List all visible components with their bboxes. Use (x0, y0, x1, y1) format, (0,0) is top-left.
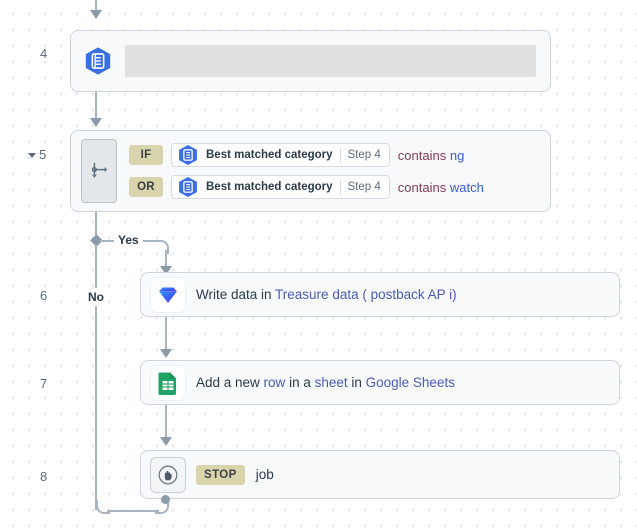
action-link-part[interactable]: row (264, 375, 286, 390)
field-step-ref: Step 4 (347, 149, 381, 161)
condition-list: IF Best matched category Step 4 contains (129, 143, 536, 199)
logic-badge-or[interactable]: OR (129, 177, 163, 197)
action-text-part: Add a new (196, 375, 264, 390)
arrowhead-into-step-5 (90, 118, 102, 127)
action-text-part: in a (285, 375, 315, 390)
action-text-part: in (347, 375, 366, 390)
branch-label-yes: Yes (114, 233, 143, 247)
merge-node-dot (161, 495, 170, 504)
step-number-4: 4 (40, 46, 48, 61)
branch-fork-icon-box (81, 139, 117, 203)
step-card-4[interactable] (70, 30, 551, 92)
connector-step7-to-step8 (165, 405, 167, 439)
field-divider (339, 179, 341, 195)
branch-label-no: No (84, 288, 108, 306)
arrowhead-into-step-8 (160, 437, 172, 446)
step-card-8[interactable]: STOP job (140, 450, 620, 499)
stop-badge: STOP (196, 464, 245, 485)
logic-badge-if[interactable]: IF (129, 145, 163, 165)
workflow-canvas: 4 5 IF Best matched category Step 4 cont… (0, 0, 637, 530)
stop-hand-icon (158, 465, 178, 484)
step-number-6: 6 (40, 288, 48, 303)
step-number-8: 8 (40, 469, 48, 484)
step-7-action-text: Add a new row in a sheet in Google Sheet… (196, 375, 455, 390)
connector-step4-to-step5 (95, 92, 97, 120)
field-step-ref: Step 4 (347, 181, 381, 193)
step-card-7[interactable]: Add a new row in a sheet in Google Sheet… (140, 360, 620, 405)
arrowhead-into-step-7 (160, 349, 172, 358)
field-name: Best matched category (206, 181, 333, 193)
action-text-part: Write data in (196, 287, 276, 302)
action-link-part[interactable]: sheet (315, 375, 348, 390)
connector-no-bottom-horizontal (107, 510, 159, 512)
condition-operator: contains (397, 179, 447, 195)
action-link-part[interactable]: Google Sheets (366, 375, 455, 390)
condition-row[interactable]: IF Best matched category Step 4 contains (129, 143, 536, 167)
condition-value: watch (449, 179, 484, 195)
stop-icon-tile (151, 457, 185, 492)
google-sheets-icon (158, 372, 176, 395)
condition-operator: contains (397, 147, 447, 163)
step-number-5-toggle[interactable]: 5 (28, 147, 46, 162)
step-card-6[interactable]: Write data in Treasure data ( postback A… (140, 272, 620, 317)
step-6-action-text: Write data in Treasure data ( postback A… (196, 287, 457, 302)
condition-row[interactable]: OR Best matched category Step 4 contains (129, 175, 536, 199)
condition-value: ng (449, 147, 465, 163)
connector-step6-to-step7 (165, 317, 167, 351)
blue-hexagon-document-icon (179, 145, 197, 165)
connector-no-branch (95, 245, 97, 510)
arrowhead-into-step-4 (90, 10, 102, 19)
treasure-data-icon-tile (151, 277, 185, 312)
google-sheets-icon-tile (151, 365, 185, 400)
condition-expression: contains ng (398, 148, 465, 163)
field-chip[interactable]: Best matched category Step 4 (171, 175, 390, 199)
step-number-5-label: 5 (39, 147, 47, 162)
step-4-loading-placeholder (125, 45, 536, 77)
field-chip[interactable]: Best matched category Step 4 (171, 143, 390, 167)
treasure-data-gem-icon (158, 287, 178, 303)
blue-hexagon-document-icon (179, 177, 197, 197)
field-name: Best matched category (206, 149, 333, 161)
chevron-down-icon (28, 152, 36, 158)
field-divider (339, 147, 341, 163)
step-number-7: 7 (40, 376, 48, 391)
blue-hexagon-document-icon (85, 47, 111, 75)
step-card-5[interactable]: IF Best matched category Step 4 contains (70, 130, 551, 212)
action-link-part[interactable]: Treasure data ( postback AP i) (275, 287, 457, 302)
stop-target-label: job (255, 467, 274, 482)
branch-fork-icon (91, 162, 108, 178)
condition-expression: contains watch (398, 180, 484, 195)
